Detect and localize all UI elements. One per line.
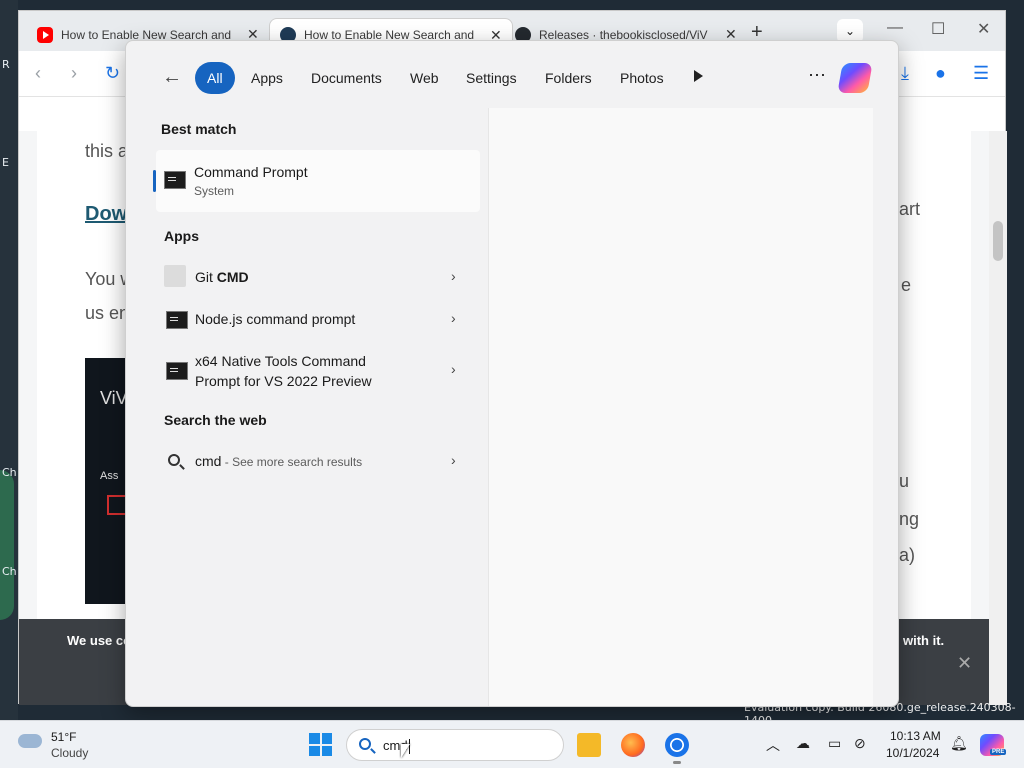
best-match-result[interactable]: Command Prompt System [153,150,480,212]
article-link[interactable]: Dow [85,203,127,226]
maximize-icon[interactable]: ☐ [931,19,945,39]
screenshot-text: Ass [100,470,119,482]
cloud-offline-icon[interactable]: ☁ [796,735,810,752]
article-text: u [899,471,910,491]
highlight-box [107,495,127,515]
preview-pane [488,108,873,706]
scrollbar[interactable] [989,131,1007,705]
profile-icon[interactable]: ● [935,63,946,84]
running-indicator [673,761,681,764]
result-title: Command Prompt [194,164,308,180]
filter-settings[interactable]: Settings [454,62,529,94]
result-subtitle: System [194,184,235,198]
result-title: Prompt for VS 2022 Preview [195,373,372,389]
desktop-icon-label: R [2,58,10,71]
best-match-heading: Best match [161,121,237,137]
filter-photos[interactable]: Photos [608,62,676,94]
selection-indicator [153,170,156,192]
mouse-cursor [401,744,410,758]
youtube-icon [37,26,53,43]
reload-icon[interactable]: ↻ [105,63,120,84]
chevron-right-icon[interactable]: › [451,361,456,377]
command-prompt-icon [166,311,188,329]
cookie-text: We use co [67,633,132,648]
close-icon[interactable]: ✕ [957,653,972,674]
minimize-icon[interactable]: — [887,19,903,37]
article-text: this a [85,141,129,161]
chevron-up-icon[interactable]: ︿ [766,735,780,755]
copilot-icon[interactable] [837,63,873,93]
filter-web[interactable]: Web [398,62,451,94]
desktop-icon-label: Ch [2,466,17,479]
more-filters-icon[interactable] [694,70,703,82]
search-icon [168,454,180,466]
filter-all[interactable]: All [195,62,235,94]
clock-time[interactable]: 10:13 AM [890,729,941,743]
download-icon[interactable]: ⤓ [901,63,909,84]
web-query: cmd - See more search results [195,453,363,469]
display-icon[interactable]: ▭ [828,735,841,752]
chevron-right-icon[interactable]: › [451,310,456,326]
search-icon [359,738,371,750]
desktop-background [1006,0,1024,720]
bell-icon[interactable]: 🔔︎ [950,735,968,752]
back-icon[interactable]: ‹ [35,63,41,84]
command-prompt-icon [164,171,186,189]
network-icon[interactable]: ⊘ [854,735,866,752]
close-window-icon[interactable]: ✕ [977,19,990,39]
taskbar-search-box[interactable]: cmd [346,729,564,761]
article-text: a) [899,545,916,565]
result-title: Git CMD [195,269,249,285]
windows-start-icon[interactable] [309,733,332,756]
weather-temperature[interactable]: 51°F [51,730,76,744]
filter-apps[interactable]: Apps [239,62,295,94]
filter-documents[interactable]: Documents [299,62,394,94]
filter-folders[interactable]: Folders [533,62,604,94]
pre-badge: PRE [990,749,1007,755]
clock-date[interactable]: 10/1/2024 [886,746,939,760]
apps-heading: Apps [164,228,199,244]
scrollbar-thumb[interactable] [993,221,1003,261]
desktop-icon-label: E [2,156,9,169]
search-web-heading: Search the web [164,412,267,428]
command-prompt-icon [166,362,188,380]
forward-icon[interactable]: › [71,63,77,84]
weather-condition[interactable]: Cloudy [51,746,88,760]
article-text: art [899,199,921,219]
cookie-text: with it. [903,633,945,648]
cloud-icon[interactable] [18,734,42,748]
search-flyout: ← All Apps Documents Web Settings Folder… [125,40,899,707]
more-options-icon[interactable]: ⋯ [808,65,827,86]
file-explorer-icon[interactable] [577,733,601,757]
desktop-icon-label: Ch [2,565,17,578]
screenshot-text: ViV [100,388,128,408]
article-text: us en [85,303,130,323]
menu-icon[interactable]: ☰ [973,63,989,84]
result-title: Node.js command prompt [195,311,356,327]
back-arrow-icon[interactable]: ← [162,66,182,89]
git-cmd-icon [164,265,186,287]
firefox-icon[interactable] [621,733,645,757]
chrome-icon[interactable] [665,733,689,757]
result-title: x64 Native Tools Command [195,353,366,369]
desktop-icon [0,470,14,620]
chevron-right-icon[interactable]: › [451,268,456,284]
chevron-right-icon[interactable]: › [451,452,456,468]
article-text: ng [899,509,920,529]
taskbar: 51°F Cloudy cmd ︿ ☁ ▭ ⊘ 10:13 AM 10/1/20… [0,720,1024,768]
article-text: e [901,275,912,295]
